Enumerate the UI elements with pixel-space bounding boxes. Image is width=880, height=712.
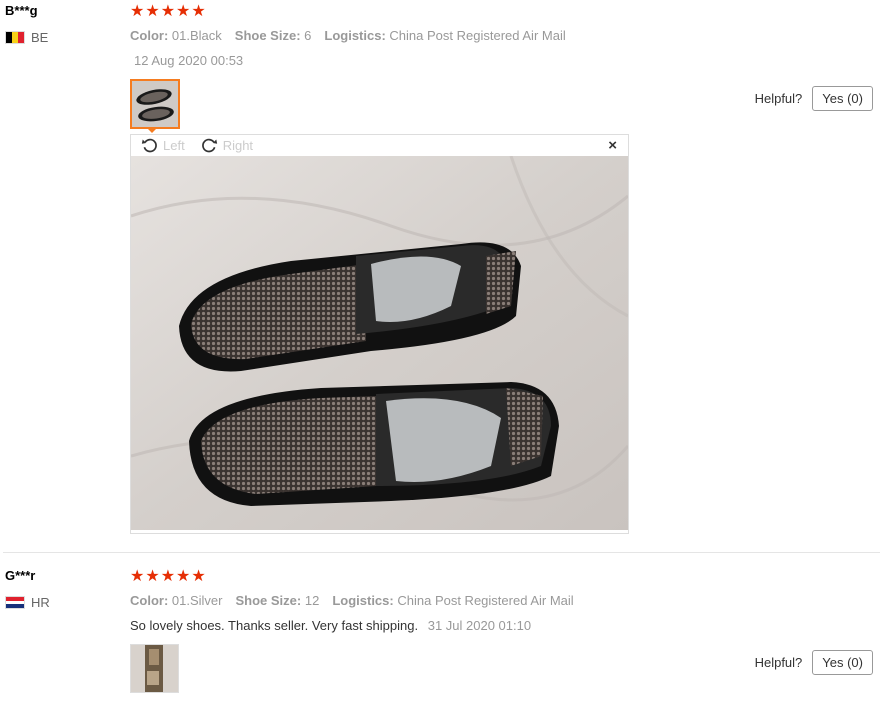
helpful-vote: Helpful? Yes (0) [755, 650, 873, 675]
star-icon: ★ [191, 568, 206, 585]
star-icon: ★ [130, 568, 145, 585]
helpful-vote: Helpful? Yes (0) [755, 86, 873, 111]
photo-viewer-toolbar: Left Right × [131, 135, 628, 156]
review-attributes: Color: 01.Black Shoe Size: 6 Logistics: … [130, 28, 566, 43]
rotate-right-icon [201, 138, 217, 153]
country-code: BE [31, 30, 49, 45]
star-icon: ★ [145, 3, 160, 20]
helpful-yes-button[interactable]: Yes (0) [812, 650, 873, 675]
star-icon: ★ [160, 568, 176, 585]
star-icon: ★ [176, 568, 191, 585]
review-photo-thumbnail[interactable] [130, 79, 180, 129]
attr-logistics: Logistics: China Post Registered Air Mai… [332, 593, 574, 608]
rotate-left-button[interactable]: Left [141, 137, 185, 154]
reviewer-country: BE [5, 30, 48, 45]
review-date: 31 Jul 2020 01:10 [427, 618, 532, 633]
flag-hr-icon [5, 596, 25, 609]
review-item: B***g BE ★ ★ ★ ★ ★ Color: 01.Black Shoe … [0, 0, 880, 552]
helpful-label: Helpful? [754, 91, 803, 106]
reviewer-name: B***g [5, 3, 38, 18]
rotate-right-button[interactable]: Right [201, 137, 253, 154]
rating-stars: ★ ★ ★ ★ ★ [130, 4, 206, 20]
star-icon: ★ [191, 3, 206, 20]
review-attributes: Color: 01.Silver Shoe Size: 12 Logistics… [130, 593, 574, 608]
star-icon: ★ [176, 3, 191, 20]
thumbnail-pointer [146, 127, 158, 133]
review-feedback: So lovely shoes. Thanks seller. Very fas… [130, 618, 531, 633]
photo-viewer: Left Right × [130, 134, 629, 534]
rating-stars: ★ ★ ★ ★ ★ [130, 569, 206, 585]
attr-color: Color: 01.Silver [130, 593, 223, 608]
star-icon: ★ [160, 3, 176, 20]
star-icon: ★ [130, 3, 145, 20]
rotate-left-label: Left [163, 138, 185, 153]
attr-shoe-size: Shoe Size: 6 [234, 28, 312, 43]
country-code: HR [31, 595, 50, 610]
reviewer-country: HR [5, 595, 50, 610]
review-item: G***r HR ★ ★ ★ ★ ★ Color: 01.Silver Shoe… [0, 553, 880, 712]
review-date: 12 Aug 2020 00:53 [134, 53, 244, 68]
rotate-left-icon [141, 138, 157, 153]
rotate-right-label: Right [222, 138, 254, 153]
helpful-label: Helpful? [754, 655, 803, 670]
attr-logistics: Logistics: China Post Registered Air Mai… [324, 28, 566, 43]
star-icon: ★ [145, 568, 160, 585]
attr-shoe-size: Shoe Size: 12 [235, 593, 320, 608]
close-icon[interactable]: × [608, 137, 617, 154]
reviewer-name: G***r [5, 568, 36, 583]
flag-be-icon [5, 31, 25, 44]
review-text: So lovely shoes. Thanks seller. Very fas… [130, 618, 419, 633]
review-photo-thumbnail[interactable] [130, 644, 179, 693]
helpful-yes-button[interactable]: Yes (0) [812, 86, 873, 111]
attr-color: Color: 01.Black [130, 28, 222, 43]
review-photo-large [131, 156, 628, 530]
